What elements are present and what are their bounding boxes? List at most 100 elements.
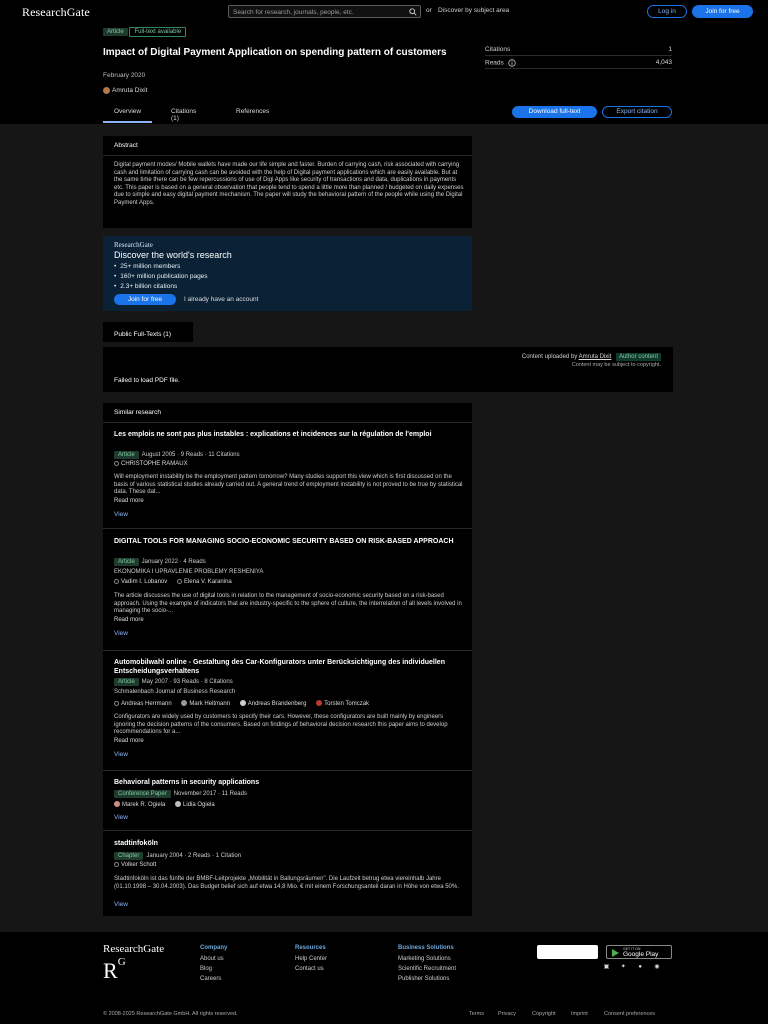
google-play-icon <box>612 949 619 957</box>
info-icon[interactable] <box>507 59 516 67</box>
social-links: ▣ ✦ ● ◉ <box>602 963 667 972</box>
app-store-badge[interactable] <box>537 945 598 959</box>
author[interactable]: Lidia Ogiela <box>175 801 215 808</box>
read-more-link[interactable]: Read more <box>114 617 144 623</box>
reads-stat: Reads 4,043 <box>485 57 672 69</box>
publication-title: Impact of Digital Payment Application on… <box>103 47 447 58</box>
citations-stat: Citations 1 <box>485 44 672 56</box>
signup-promo: ResearchGate Discover the world's resear… <box>103 236 472 311</box>
discover-by-subject-link[interactable]: Discover by subject area <box>438 7 509 14</box>
author[interactable]: Andreas Brandenberg <box>239 700 306 707</box>
similar-item-title[interactable]: stadtinfoköln <box>114 840 464 849</box>
facebook-icon[interactable]: ● <box>636 963 645 972</box>
abstract-text: Digital payment modes/ Mobile wallets ha… <box>114 162 464 206</box>
read-more-link[interactable]: Read more <box>114 498 144 504</box>
tab-citations[interactable]: Citations (1) <box>171 108 196 122</box>
list-item: Automobilwahl online - Gestaltung des Ca… <box>103 651 472 771</box>
promo-bullet: 2.3+ billion citations <box>114 282 208 292</box>
footer-consent-link[interactable]: Consent preferences <box>604 1011 655 1017</box>
similar-item-title[interactable]: Behavioral patterns in security applicat… <box>114 779 464 788</box>
footer-link[interactable]: Marketing Solutions <box>398 954 456 964</box>
footer-link[interactable]: Blog <box>200 964 227 974</box>
similar-item-title[interactable]: DIGITAL TOOLS FOR MANAGING SOCIO-ECONOMI… <box>114 538 464 547</box>
author[interactable]: CHRISTOPHE RAMAUX <box>114 461 188 467</box>
author-name[interactable]: Amruta Dixit <box>112 87 147 94</box>
similar-research-card: Similar research Les emplois ne sont pas… <box>103 403 472 916</box>
promo-join-button[interactable]: Join for free <box>114 294 176 305</box>
footer-link[interactable]: Scientific Recruitment <box>398 964 456 974</box>
author[interactable]: Volker Schott <box>114 862 156 868</box>
similar-item-title[interactable]: Automobilwahl online - Gestaltung des Ca… <box>114 659 464 676</box>
similar-item-meta: Article May 2007 · 93 Reads · 8 Citations <box>114 678 233 686</box>
search-input[interactable]: Search for research, journals, people, e… <box>228 5 421 18</box>
author[interactable]: Vadim I. Lobanov <box>114 579 167 585</box>
stat-value: 4,043 <box>655 59 672 66</box>
read-more-link[interactable]: Read more <box>114 738 144 744</box>
footer-link[interactable]: Contact us <box>295 964 327 974</box>
author[interactable]: Andreas Herrmann <box>114 700 172 707</box>
author[interactable]: Torsten Tomczak <box>316 700 369 707</box>
uploader-link[interactable]: Amruta Dixit <box>579 354 612 360</box>
already-have-account-link[interactable]: I already have an account <box>184 296 258 303</box>
similar-item-authors: Marek R. Ogiela Lidia Ogiela <box>114 801 223 808</box>
footer-link[interactable]: About us <box>200 954 227 964</box>
footer-column-resources: Resources Help Center Contact us <box>295 945 327 974</box>
footer-link[interactable]: Help Center <box>295 954 327 964</box>
tab-public-full-texts[interactable]: Public Full-Texts (1) <box>103 322 193 342</box>
footer-column-heading: Company <box>200 945 228 951</box>
twitter-icon[interactable]: ✦ <box>619 963 628 972</box>
search-icon[interactable] <box>409 8 417 16</box>
similar-item-description: Will employment instability be the emplo… <box>114 474 463 495</box>
tab-overview[interactable]: Overview <box>103 108 153 123</box>
author[interactable]: Mark Heitmann <box>181 700 230 707</box>
list-item: Les emplois ne sont pas plus instables :… <box>103 423 472 529</box>
stat-label: Citations <box>485 46 511 53</box>
author[interactable]: Marek R. Ogiela <box>114 801 165 808</box>
linkedin-icon[interactable]: ▣ <box>602 963 611 972</box>
export-citation-button[interactable]: Export citation <box>602 106 672 118</box>
author[interactable]: Amruta Dixit <box>103 87 147 94</box>
google-play-badge[interactable]: GET IT ON Google Play <box>606 945 672 959</box>
view-link[interactable]: View <box>114 511 128 518</box>
tab-references[interactable]: References <box>236 108 269 115</box>
footer-copyright-link[interactable]: Copyright <box>532 1011 556 1017</box>
footer-link[interactable]: Careers <box>200 974 227 984</box>
avatar <box>103 87 110 94</box>
type-badge: Article <box>114 558 139 566</box>
similar-research-heading: Similar research <box>114 409 161 416</box>
similar-item-title[interactable]: Les emplois ne sont pas plus instables :… <box>114 431 464 440</box>
promo-heading: Discover the world's research <box>114 250 232 260</box>
similar-item-authors: Andreas Herrmann Mark Heitmann Andreas B… <box>114 700 377 707</box>
tab-label: Public Full-Texts (1) <box>114 331 172 338</box>
top-navigation-bar: ResearchGate Search for research, journa… <box>0 0 768 22</box>
view-link[interactable]: View <box>114 630 128 637</box>
promo-bullet: 160+ million publication pages <box>114 272 207 282</box>
footer-column-heading: Business Solutions <box>398 945 454 951</box>
join-for-free-button[interactable]: Join for free <box>692 5 753 18</box>
similar-item-meta: Conference Paper November 2017 · 11 Reads <box>114 790 247 798</box>
google-play-label: Google Play <box>623 951 659 958</box>
content-uploaded-line: Content uploaded by Amruta Dixit Author … <box>522 353 661 361</box>
view-link[interactable]: View <box>114 901 128 908</box>
footer-link[interactable]: Publisher Solutions <box>398 974 456 984</box>
footer-imprint-link[interactable]: Imprint <box>571 1011 588 1017</box>
footer-column-business: Business Solutions Marketing Solutions S… <box>398 945 456 984</box>
pdf-viewer: Content uploaded by Amruta Dixit Author … <box>103 347 673 392</box>
view-link[interactable]: View <box>114 751 128 758</box>
full-text-badge: Full-text available <box>129 27 187 37</box>
footer-terms-link[interactable]: Terms <box>469 1011 484 1017</box>
view-link[interactable]: View <box>114 814 128 821</box>
divider <box>103 155 472 156</box>
researchgate-logo[interactable]: ResearchGate <box>22 5 90 20</box>
login-button[interactable]: Log in <box>647 5 687 18</box>
download-full-text-button[interactable]: Download full-text <box>512 106 597 118</box>
similar-item-authors: Volker Schott <box>114 862 164 868</box>
search-placeholder: Search for research, journals, people, e… <box>233 8 354 16</box>
publication-date: February 2020 <box>103 72 146 79</box>
youtube-icon[interactable]: ◉ <box>652 963 661 972</box>
author[interactable]: Elena V. Karanina <box>176 579 232 585</box>
or-label: or <box>426 7 432 14</box>
footer-logo[interactable]: ResearchGate <box>103 943 164 955</box>
pdf-error-message: Failed to load PDF file. <box>114 377 180 384</box>
footer-privacy-link[interactable]: Privacy <box>498 1011 516 1017</box>
